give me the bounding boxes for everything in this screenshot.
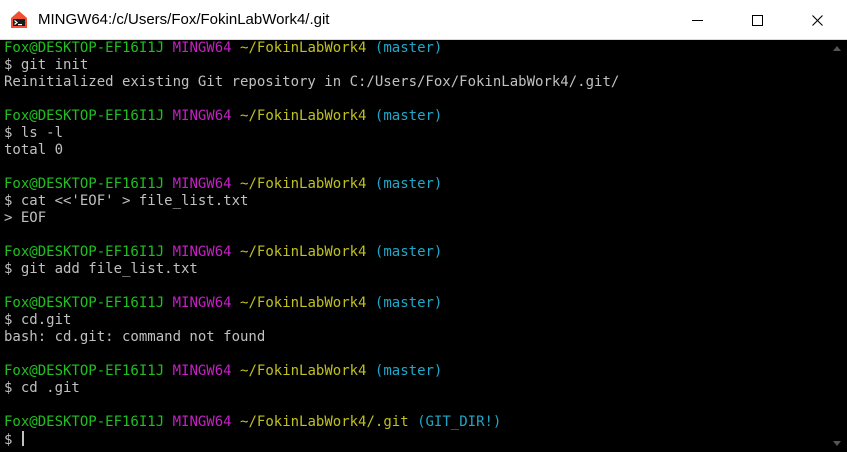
prompt-branch: (master) <box>374 40 443 56</box>
window-controls <box>667 0 847 40</box>
prompt-path: ~/FokinLabWork4 <box>240 108 367 124</box>
prompt-line: Fox@DESKTOP-EF16I1J MINGW64 ~/FokinLabWo… <box>4 176 827 193</box>
prompt-system: MINGW64 <box>172 363 232 379</box>
terminal-output[interactable]: Fox@DESKTOP-EF16I1J MINGW64 ~/FokinLabWo… <box>0 40 827 452</box>
input-line: $ <box>4 431 827 448</box>
prompt-line: Fox@DESKTOP-EF16I1J MINGW64 ~/FokinLabWo… <box>4 363 827 380</box>
prompt-system: MINGW64 <box>172 244 232 260</box>
command-text: $ cd.git <box>4 312 72 328</box>
minimize-icon <box>691 19 703 21</box>
prompt-system: MINGW64 <box>172 108 232 124</box>
prompt-user: Fox@DESKTOP-EF16I1J <box>4 244 165 260</box>
close-icon <box>811 14 823 26</box>
prompt-path: ~/FokinLabWork4 <box>240 40 367 56</box>
command-line: $ git add file_list.txt <box>4 261 827 278</box>
text-cursor <box>21 431 24 446</box>
scroll-up-icon[interactable] <box>833 46 841 51</box>
output-text: > EOF <box>4 210 47 226</box>
maximize-button[interactable] <box>727 0 787 40</box>
maximize-icon <box>751 14 763 26</box>
minimize-button[interactable] <box>667 0 727 40</box>
prompt-line: Fox@DESKTOP-EF16I1J MINGW64 ~/FokinLabWo… <box>4 40 827 57</box>
terminal-window: MINGW64:/c/Users/Fox/FokinLabWork4/.git … <box>0 0 847 452</box>
command-line: $ ls -l <box>4 125 827 142</box>
command-line: $ git init <box>4 57 827 74</box>
prompt-system: MINGW64 <box>172 414 232 430</box>
prompt-branch: (master) <box>374 176 443 192</box>
prompt-line: Fox@DESKTOP-EF16I1J MINGW64 ~/FokinLabWo… <box>4 244 827 261</box>
output-line: bash: cd.git: command not found <box>4 329 827 346</box>
prompt-user: Fox@DESKTOP-EF16I1J <box>4 295 165 311</box>
prompt-line: Fox@DESKTOP-EF16I1J MINGW64 ~/FokinLabWo… <box>4 295 827 312</box>
scrollbar-track[interactable] <box>832 40 842 452</box>
command-line: $ cd.git <box>4 312 827 329</box>
window-title: MINGW64:/c/Users/Fox/FokinLabWork4/.git <box>38 11 330 28</box>
command-text: $ cd .git <box>4 380 80 396</box>
output-line: total 0 <box>4 142 827 159</box>
command-line: $ cat <<'EOF' > file_list.txt <box>4 193 827 210</box>
prompt-system: MINGW64 <box>172 40 232 56</box>
prompt-user: Fox@DESKTOP-EF16I1J <box>4 108 165 124</box>
command-line: $ cd .git <box>4 380 827 397</box>
prompt-path: ~/FokinLabWork4 <box>240 295 367 311</box>
prompt-branch: (master) <box>374 363 443 379</box>
title-bar[interactable]: MINGW64:/c/Users/Fox/FokinLabWork4/.git <box>0 0 847 40</box>
vertical-scrollbar[interactable] <box>827 40 847 452</box>
prompt-system: MINGW64 <box>172 295 232 311</box>
command-text: $ cat <<'EOF' > file_list.txt <box>4 193 249 209</box>
prompt-user: Fox@DESKTOP-EF16I1J <box>4 176 165 192</box>
output-line: Reinitialized existing Git repository in… <box>4 74 827 91</box>
command-text: $ ls -l <box>4 125 64 141</box>
prompt-user: Fox@DESKTOP-EF16I1J <box>4 414 165 430</box>
prompt-path: ~/FokinLabWork4 <box>240 244 367 260</box>
output-text: total 0 <box>4 142 64 158</box>
output-line: > EOF <box>4 210 827 227</box>
close-button[interactable] <box>787 0 847 40</box>
prompt-user: Fox@DESKTOP-EF16I1J <box>4 40 165 56</box>
prompt-branch: (GIT_DIR!) <box>417 414 502 430</box>
prompt-branch: (master) <box>374 108 443 124</box>
prompt-path: ~/FokinLabWork4/.git <box>240 414 409 430</box>
prompt-branch: (master) <box>374 244 443 260</box>
prompt-line: Fox@DESKTOP-EF16I1J MINGW64 ~/FokinLabWo… <box>4 414 827 431</box>
git-bash-icon <box>11 10 27 28</box>
prompt-branch: (master) <box>374 295 443 311</box>
input-prompt: $ <box>4 432 21 448</box>
prompt-line: Fox@DESKTOP-EF16I1J MINGW64 ~/FokinLabWo… <box>4 108 827 125</box>
prompt-system: MINGW64 <box>172 176 232 192</box>
prompt-user: Fox@DESKTOP-EF16I1J <box>4 363 165 379</box>
scroll-down-icon[interactable] <box>833 441 841 446</box>
prompt-path: ~/FokinLabWork4 <box>240 176 367 192</box>
command-text: $ git add file_list.txt <box>4 261 198 277</box>
command-text: $ git init <box>4 57 89 73</box>
output-text: Reinitialized existing Git repository in… <box>4 74 620 90</box>
output-text: bash: cd.git: command not found <box>4 329 266 345</box>
prompt-path: ~/FokinLabWork4 <box>240 363 367 379</box>
